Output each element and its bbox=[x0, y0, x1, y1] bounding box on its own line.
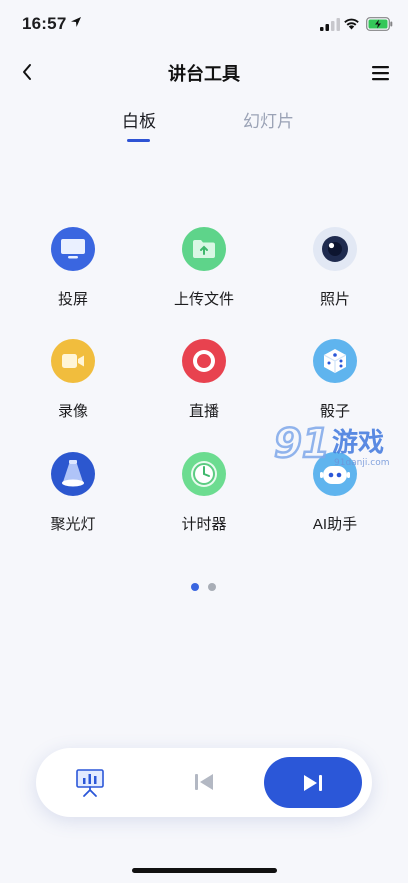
tool-label: 投屏 bbox=[57, 291, 88, 308]
svg-text:游戏: 游戏 bbox=[332, 428, 384, 458]
tool-label: 上传文件 bbox=[173, 291, 234, 308]
page-indicator bbox=[191, 583, 216, 591]
location-arrow-icon bbox=[71, 17, 81, 27]
svg-text:91danji.com: 91danji.com bbox=[334, 458, 389, 468]
presentation-control-bar bbox=[36, 748, 372, 817]
camera-lens-icon bbox=[313, 227, 357, 271]
presentation-icon[interactable] bbox=[74, 766, 106, 798]
page-dot bbox=[208, 583, 216, 591]
tool-label: 聚光灯 bbox=[50, 516, 96, 533]
tool-label: 计时器 bbox=[181, 516, 227, 533]
tab-active-indicator bbox=[127, 139, 150, 142]
menu-icon[interactable] bbox=[370, 63, 392, 83]
tool-screen-cast[interactable]: 投屏 bbox=[13, 227, 133, 309]
tool-record-video[interactable]: 录像 bbox=[13, 339, 133, 421]
battery-charging-icon bbox=[366, 17, 393, 31]
status-time: 16:57 bbox=[22, 14, 67, 33]
timer-icon bbox=[182, 452, 226, 496]
tool-photo[interactable]: 照片 bbox=[275, 227, 395, 309]
tab-whiteboard[interactable]: 白板 bbox=[122, 107, 156, 132]
previous-slide-icon[interactable] bbox=[192, 770, 216, 794]
next-slide-icon bbox=[304, 774, 322, 791]
svg-text:91: 91 bbox=[274, 421, 330, 467]
spotlight-icon bbox=[51, 452, 95, 496]
wifi-icon bbox=[344, 18, 359, 30]
tool-label: 照片 bbox=[319, 291, 350, 308]
monitor-icon bbox=[51, 227, 95, 271]
folder-upload-icon bbox=[182, 227, 226, 271]
watermark-logo: 91 游戏 91danji.com bbox=[273, 420, 390, 469]
tool-upload-file[interactable]: 上传文件 bbox=[144, 227, 264, 309]
page-dot-active bbox=[191, 583, 199, 591]
video-camera-icon bbox=[51, 339, 95, 383]
tool-dice[interactable]: 骰子 bbox=[275, 339, 395, 421]
cellular-signal-icon bbox=[320, 18, 340, 31]
tool-timer[interactable]: 计时器 bbox=[144, 452, 264, 534]
tool-label: 录像 bbox=[57, 403, 88, 420]
tab-slides[interactable]: 幻灯片 bbox=[243, 107, 294, 132]
next-slide-button[interactable] bbox=[264, 757, 362, 808]
tool-spotlight[interactable]: 聚光灯 bbox=[13, 452, 133, 534]
tool-label: 直播 bbox=[188, 403, 219, 420]
tool-label: AI助手 bbox=[312, 516, 358, 533]
page-title: 讲台工具 bbox=[168, 64, 240, 84]
status-bar: 16:57 bbox=[0, 0, 408, 50]
tool-live-stream[interactable]: 直播 bbox=[144, 339, 264, 421]
live-record-icon bbox=[182, 339, 226, 383]
dice-icon bbox=[313, 339, 357, 383]
home-indicator bbox=[132, 868, 277, 873]
